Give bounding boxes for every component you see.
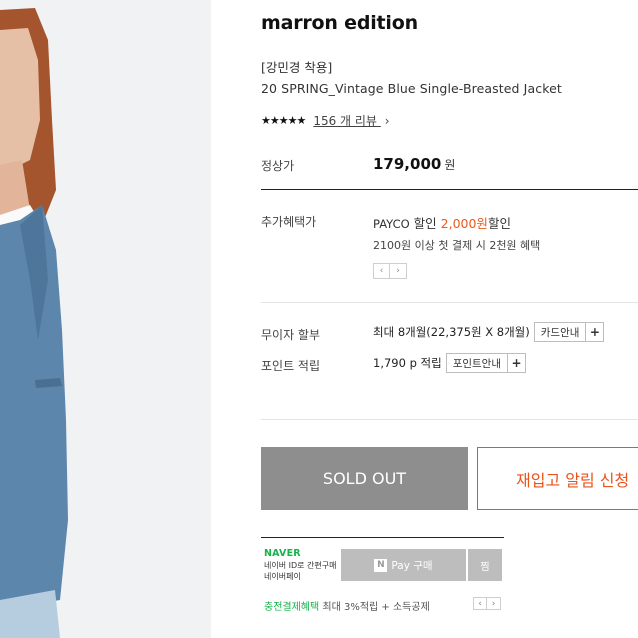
naver-pay-button[interactable]: N Pay 구매 xyxy=(341,549,466,581)
payco-discount: PAYCO 할인 2,000원할인 xyxy=(373,213,511,232)
card-info-button[interactable]: 카드안내 + xyxy=(533,322,605,342)
naver-next-button[interactable]: › xyxy=(487,597,501,610)
payco-text-1: 할인 xyxy=(413,216,437,231)
sold-out-button[interactable]: SOLD OUT xyxy=(261,447,468,510)
naver-pay-label: Pay 구매 xyxy=(391,559,433,572)
benefit-pager: ‹ › xyxy=(373,263,407,279)
installment-row: 최대 8개월(22,375원 X 8개월) 카드안내 + xyxy=(373,322,605,342)
naver-n-icon: N xyxy=(374,558,388,572)
benefit-next-button[interactable]: › xyxy=(390,263,407,279)
naver-benefit-text: 최대 3%적립 + 소득공제 xyxy=(322,602,430,613)
rating-row: ★★★★★ 156 개 리뷰 › xyxy=(261,112,390,129)
naver-benefit-pager: ‹ › xyxy=(473,597,501,610)
point-info-button[interactable]: 포인트안내 + xyxy=(445,353,527,373)
restock-alert-button[interactable]: 재입고 알림 신청 xyxy=(477,447,638,510)
brand-name[interactable]: marron edition xyxy=(261,12,418,34)
naver-pay-panel: NAVER 네이버 ID로 간편구매 네이버페이 N Pay 구매 찜 충전결제… xyxy=(261,537,504,613)
points-label: 포인트 적립 xyxy=(261,359,321,373)
chevron-left-icon: ‹ xyxy=(478,598,482,609)
chevron-right-icon: › xyxy=(396,266,400,276)
naver-description: 네이버 ID로 간편구매 네이버페이 xyxy=(264,560,342,582)
naver-desc-line2: 네이버페이 xyxy=(264,572,301,581)
price-value-group: 179,000 원 xyxy=(373,155,455,173)
benefit-prev-button[interactable]: ‹ xyxy=(373,263,390,279)
review-count-label: 156 개 리뷰 xyxy=(313,114,377,128)
rating-stars-icon: ★★★★★ xyxy=(261,114,306,127)
payco-amount: 2,000원 xyxy=(440,216,488,231)
naver-prev-button[interactable]: ‹ xyxy=(473,597,487,610)
payco-brand: PAYCO xyxy=(373,217,410,231)
price-value: 179,000 xyxy=(373,155,442,173)
review-count-link[interactable]: 156 개 리뷰 › xyxy=(313,112,389,129)
naver-pay-top-border xyxy=(261,537,504,538)
payco-text-2: 할인 xyxy=(487,216,511,231)
chevron-right-icon: › xyxy=(384,114,390,128)
points-divider xyxy=(261,419,638,420)
installment-label: 무이자 할부 xyxy=(261,328,321,342)
naver-logo: NAVER xyxy=(264,548,301,559)
plus-icon: + xyxy=(507,354,525,372)
payco-condition: 2100원 이상 첫 결제 시 2천원 혜택 xyxy=(373,239,541,252)
product-name: 20 SPRING_Vintage Blue Single-Breasted J… xyxy=(261,81,562,96)
points-value: 1,790 p 적립 xyxy=(373,356,442,370)
card-info-label: 카드안내 xyxy=(540,326,580,339)
point-info-label: 포인트안내 xyxy=(452,357,502,370)
price-unit: 원 xyxy=(444,158,456,172)
plus-icon: + xyxy=(585,323,603,341)
chevron-left-icon: ‹ xyxy=(379,266,384,276)
benefit-divider xyxy=(261,302,638,303)
installment-value: 최대 8개월(22,375원 X 8개월) xyxy=(373,325,530,339)
product-subtitle: [강민경 착용] xyxy=(261,60,333,75)
naver-benefit-row: 충전결제혜택 최대 3%적립 + 소득공제 xyxy=(264,598,430,613)
price-divider xyxy=(261,189,638,190)
naver-desc-line1: 네이버 ID로 간편구매 xyxy=(264,561,337,570)
chevron-right-icon: › xyxy=(491,598,496,609)
product-info-panel: marron edition [강민경 착용] 20 SPRING_Vintag… xyxy=(261,0,638,638)
model-illustration xyxy=(0,0,211,638)
naver-wish-button[interactable]: 찜 xyxy=(468,549,502,581)
price-label: 정상가 xyxy=(261,159,295,173)
benefit-label: 추가혜택가 xyxy=(261,215,317,229)
points-row: 1,790 p 적립 포인트안내 + xyxy=(373,353,527,373)
naver-benefit-title: 충전결제혜택 xyxy=(264,602,320,613)
product-photo xyxy=(0,0,211,638)
